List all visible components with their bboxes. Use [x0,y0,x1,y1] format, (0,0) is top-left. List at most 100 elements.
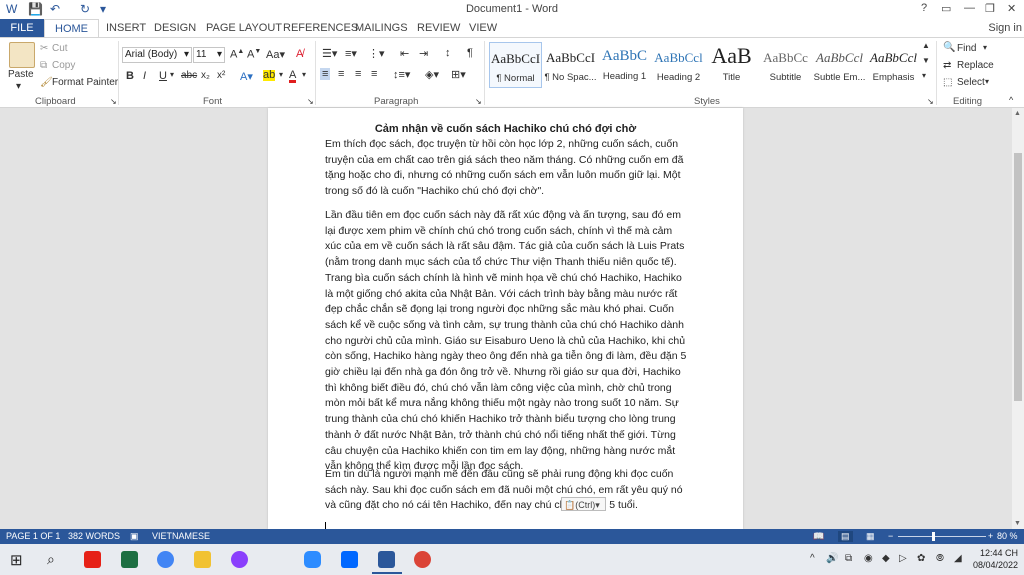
font-name-combo[interactable]: Arial (Body) ▾ [122,47,192,63]
chevron-down-icon[interactable]: ▾ [170,70,174,79]
tab-page-layout[interactable]: PAGE LAYOUT [206,22,282,34]
select-icon[interactable]: ⬚ [943,77,952,88]
find-icon[interactable]: 🔍 [943,42,955,53]
numbering-icon[interactable]: ≡▾ [345,47,357,60]
chrome-icon[interactable] [414,551,431,568]
copy-icon[interactable]: ⧉ [40,60,47,71]
find-button[interactable]: Find [957,43,976,54]
chevron-down-icon[interactable]: ▾ [302,70,306,79]
scroll-down-icon[interactable]: ▼ [1014,520,1021,527]
clear-formatting-icon[interactable]: A̸ [296,48,303,60]
paste-dropdown-icon[interactable]: ▾ [16,81,21,92]
windows-start-icon[interactable]: ⊞ [10,551,23,569]
multilevel-list-icon[interactable]: ⋮▾ [368,47,385,60]
document-page[interactable]: Cảm nhận về cuốn sách Hachiko chú chó đợ… [268,108,743,529]
subscript-icon[interactable]: x₂ [201,70,210,81]
page-count[interactable]: PAGE 1 OF 1 [6,531,60,541]
zoom-level[interactable]: 80 % [997,531,1018,541]
font-color-icon[interactable]: A [289,70,297,83]
styles-more-icon[interactable]: ▾ [922,71,926,80]
tab-design[interactable]: DESIGN [154,22,196,34]
shrink-font-icon[interactable]: A▼ [247,48,261,61]
style-subtitle[interactable]: AaBbCc Subtitle [759,42,812,88]
sign-in-link[interactable]: Sign in [988,22,1022,34]
font-size-combo[interactable]: 11 ▾ [193,47,225,63]
select-button[interactable]: Select [957,77,985,88]
network-icon[interactable]: ⧉ [845,553,852,564]
decrease-indent-icon[interactable]: ⇤ [400,47,409,60]
shading-icon[interactable]: ◈▾ [425,68,439,81]
tab-file[interactable]: FILE [0,19,44,37]
zoom-slider-thumb[interactable] [932,532,935,541]
styles-launcher-icon[interactable]: ↘ [927,97,934,106]
tray-app-icon[interactable]: ✿ [917,553,925,564]
word-count[interactable]: 382 WORDS [68,531,120,541]
paste-button[interactable]: Paste [8,69,34,80]
change-case-icon[interactable]: Aa▾ [266,48,285,61]
zoom-slider[interactable] [898,536,986,537]
style-heading-2[interactable]: AaBbCcl Heading 2 [652,42,705,88]
cut-icon[interactable]: ✂ [40,43,48,54]
tray-app-icon[interactable]: ◆ [882,553,890,564]
style-heading-1[interactable]: AaBbC Heading 1 [598,42,651,88]
chevron-down-icon[interactable]: ▾ [985,77,989,86]
chevron-down-icon[interactable]: ▾ [279,70,283,79]
copy-button[interactable]: Copy [52,60,75,71]
bullets-icon[interactable]: ☰▾ [322,47,337,60]
justify-icon[interactable]: ≡ [371,68,377,80]
underline-icon[interactable]: U [159,70,167,82]
proofing-icon[interactable]: ▣ [130,531,139,542]
show-formatting-icon[interactable]: ¶ [467,47,473,59]
collapse-ribbon-icon[interactable]: ^ [1009,95,1013,105]
replace-button[interactable]: Replace [957,60,994,71]
line-spacing-icon[interactable]: ↕≡▾ [393,68,410,81]
style-emphasis[interactable]: AaBbCcl Emphasis [867,42,920,88]
scroll-up-icon[interactable]: ▲ [1014,110,1021,117]
tab-references[interactable]: REFERENCES [283,22,358,34]
chrome-color-icon[interactable] [157,551,174,568]
format-painter-icon[interactable]: 🖌 [40,77,53,88]
styles-scroll-up-icon[interactable]: ▲ [922,41,930,50]
strikethrough-icon[interactable]: abc [181,70,197,81]
paste-options-button[interactable]: 📋(Ctrl)▾ [561,497,606,511]
help-button[interactable]: ? [921,2,927,14]
read-mode-icon[interactable]: 📖 [813,531,824,542]
tray-vpn-icon[interactable]: ⦾ [936,553,944,564]
clipboard-launcher-icon[interactable]: ↘ [110,97,117,106]
align-left-icon[interactable]: ≡ [320,68,331,80]
zoom-in-icon[interactable]: + [988,531,993,541]
borders-icon[interactable]: ⊞▾ [451,68,466,81]
align-right-icon[interactable]: ≡ [355,68,361,80]
tray-media-icon[interactable]: ▷ [899,553,907,564]
zoom-out-icon[interactable]: − [888,531,893,541]
style-normal[interactable]: AaBbCcI ¶ Normal [489,42,542,88]
text-effects-icon[interactable]: A▾ [240,70,253,83]
tray-overflow-icon[interactable]: ^ [810,553,815,564]
tab-review[interactable]: REVIEW [417,22,460,34]
document-area[interactable]: Cảm nhận về cuốn sách Hachiko chú chó đợ… [0,108,1012,529]
vertical-scrollbar[interactable]: ▲ ▼ [1012,108,1024,529]
zoom-icon[interactable] [304,551,321,568]
sort-icon[interactable]: ↕ [445,47,451,59]
style-title[interactable]: AaB Title [705,42,758,88]
tab-home[interactable]: HOME [44,19,99,37]
chrome-tray-icon[interactable]: ◉ [864,553,873,564]
print-layout-icon[interactable]: ▤ [838,531,853,542]
close-button[interactable]: ✕ [1007,2,1016,15]
increase-indent-icon[interactable]: ⇥ [419,47,428,60]
excel-icon[interactable] [121,551,138,568]
superscript-icon[interactable]: x² [217,70,225,81]
grow-font-icon[interactable]: A▲ [230,48,244,61]
ribbon-display-icon[interactable]: ▭ [941,2,951,15]
highlight-icon[interactable]: ab [263,70,276,81]
style-subtle-emphasis[interactable]: AaBbCcl Subtle Em... [813,42,866,88]
style-no-spacing[interactable]: AaBbCcI ¶ No Spac... [544,42,597,88]
paragraph-launcher-icon[interactable]: ↘ [475,97,482,106]
volume-icon[interactable]: 🔊 [826,553,838,564]
zalo-icon[interactable] [341,551,358,568]
bold-icon[interactable]: B [126,70,134,82]
chevron-down-icon[interactable]: ▾ [983,43,987,52]
web-layout-icon[interactable]: ▦ [866,531,875,542]
restore-button[interactable]: ❐ [985,2,995,15]
word-icon[interactable] [378,551,395,568]
